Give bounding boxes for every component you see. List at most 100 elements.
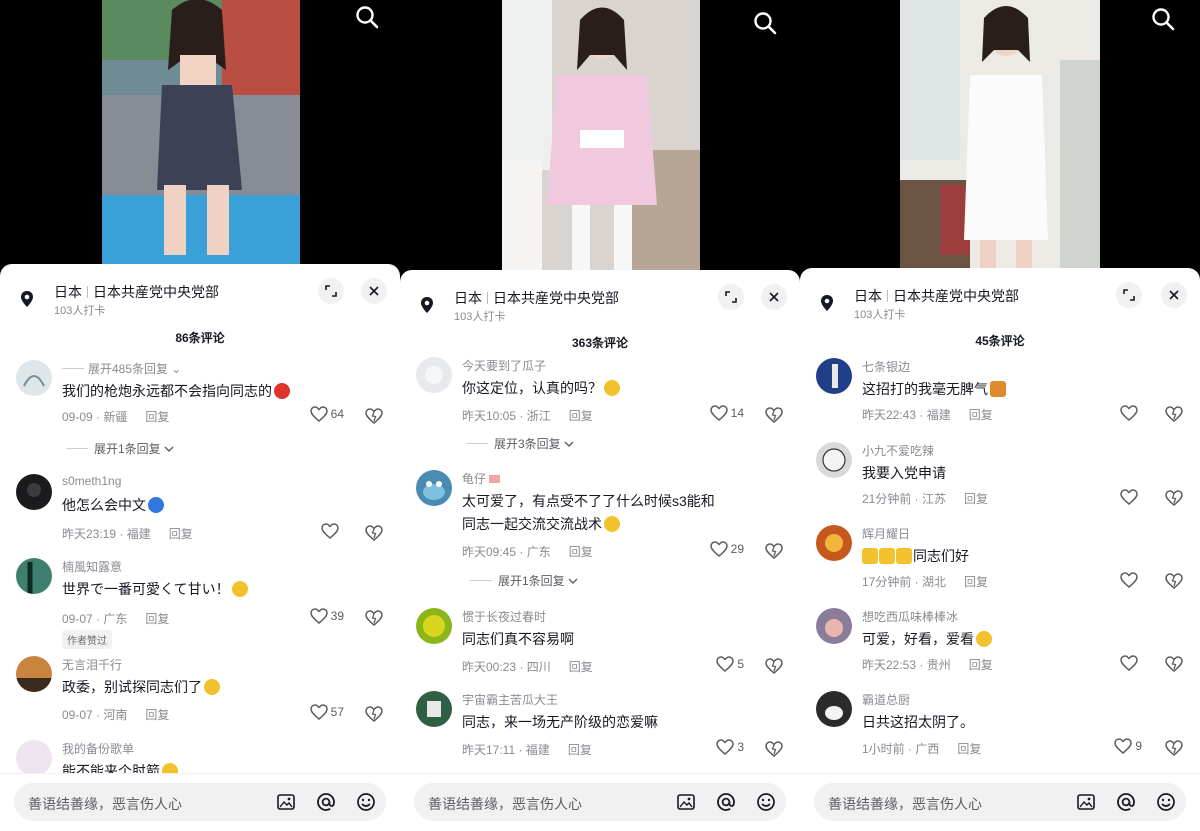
avatar[interactable] [816,442,852,478]
image-icon[interactable] [276,792,296,812]
expand-replies[interactable]: 展开1条回复 [470,572,578,589]
like-button[interactable]: 29 [709,541,744,557]
avatar[interactable] [816,358,852,394]
mention-icon[interactable] [1116,792,1136,812]
dislike-icon[interactable] [765,657,783,675]
emoji-icon[interactable] [356,792,376,812]
close-button[interactable] [361,278,387,304]
username[interactable]: 宇宙霸主苦瓜大王 [462,691,558,708]
dislike-icon[interactable] [765,740,783,758]
avatar[interactable] [816,608,852,644]
reply-button[interactable]: 回复 [964,492,988,506]
reply-button[interactable]: 回复 [957,742,981,756]
video-frame[interactable] [102,0,300,270]
like-button[interactable] [1120,655,1141,671]
expand-replies[interactable]: 展开1条回复 [66,440,174,457]
search-button[interactable] [752,10,780,38]
comment-input[interactable]: 善语结善缘，恶言伤人心 [14,783,386,821]
like-button[interactable]: 9 [1114,738,1142,754]
heart-icon [309,704,328,720]
search-button[interactable] [1150,6,1178,34]
heart-icon [309,608,328,624]
emoji-icon[interactable] [1156,792,1176,812]
dislike-icon[interactable] [365,407,383,425]
avatar[interactable] [16,558,52,594]
comment-input[interactable]: 善语结善缘，恶言伤人心 [814,783,1186,821]
username[interactable]: 惯于长夜过春时 [462,608,546,625]
dislike-icon[interactable] [365,609,383,627]
reply-button[interactable]: 回复 [969,658,993,672]
username[interactable]: 楠風知露意 [62,558,122,575]
dislike-icon[interactable] [1165,572,1183,590]
search-button[interactable] [354,4,382,32]
like-button[interactable]: 3 [716,739,744,755]
like-button[interactable]: 14 [709,405,744,421]
mention-icon[interactable] [716,792,736,812]
like-button[interactable]: 57 [309,704,344,720]
video-frame[interactable] [900,0,1100,270]
reply-button[interactable]: 回复 [569,409,593,423]
avatar[interactable] [16,740,52,776]
reply-button[interactable]: 回复 [568,743,592,757]
like-count: 57 [330,705,344,719]
avatar[interactable] [816,691,852,727]
close-button[interactable] [1161,282,1187,308]
dislike-icon[interactable] [1165,489,1183,507]
reply-button[interactable]: 回复 [145,410,169,424]
username[interactable]: 辉月耀日 [862,525,910,542]
avatar[interactable] [16,360,52,396]
reply-button[interactable]: 回复 [145,708,169,722]
heart-icon [309,406,328,422]
expand-button[interactable] [1116,282,1142,308]
reply-button[interactable]: 回复 [964,575,988,589]
reply-button[interactable]: 回复 [145,612,169,626]
dislike-icon[interactable] [365,705,383,723]
username[interactable]: 展开485条回复 ⌄ [62,360,181,377]
dislike-icon[interactable] [1165,655,1183,673]
username[interactable]: 我的备份歌单 [62,740,134,757]
dislike-icon[interactable] [1165,739,1183,757]
reply-button[interactable]: 回复 [569,545,593,559]
video-frame[interactable] [502,0,700,270]
avatar[interactable] [416,357,452,393]
username[interactable]: 无言泪千行 [62,656,122,673]
username[interactable]: 龟仔 [462,470,501,487]
username[interactable]: s0meth1ng [62,474,121,488]
dislike-icon[interactable] [765,542,783,560]
avatar[interactable] [16,656,52,692]
expand-icon [325,285,337,297]
dislike-icon[interactable] [765,406,783,424]
dislike-icon[interactable] [365,524,383,542]
avatar[interactable] [816,525,852,561]
username[interactable]: 七条银边 [862,358,910,375]
expand-replies[interactable]: 展开3条回复 [466,435,574,452]
expand-button[interactable] [318,278,344,304]
avatar[interactable] [416,608,452,644]
reply-button[interactable]: 回复 [169,527,193,541]
like-button[interactable] [1120,489,1141,505]
username[interactable]: 今天要到了瓜子 [462,357,546,374]
dislike-icon[interactable] [1165,405,1183,423]
image-icon[interactable] [676,792,696,812]
username[interactable]: 霸道总厨 [862,691,910,708]
expand-button[interactable] [718,284,744,310]
emoji-icon[interactable] [756,792,776,812]
like-button[interactable]: 64 [309,406,344,422]
close-button[interactable] [761,284,787,310]
like-button[interactable] [1120,405,1141,421]
like-button[interactable]: 5 [716,656,744,672]
username[interactable]: 小九不爱吃辣 [862,442,934,459]
like-button[interactable] [321,523,342,539]
image-icon[interactable] [1076,792,1096,812]
avatar[interactable] [16,474,52,510]
reply-button[interactable]: 回复 [969,408,993,422]
mention-icon[interactable] [316,792,336,812]
reply-button[interactable]: 回复 [569,660,593,674]
avatar[interactable] [416,470,452,506]
username[interactable]: 想吃西瓜味棒棒冰 [862,608,958,625]
like-button[interactable]: 39 [309,608,344,624]
avatar[interactable] [416,691,452,727]
like-button[interactable] [1120,572,1141,588]
comment-count: 363条评论 [571,336,629,350]
comment-input[interactable]: 善语结善缘，恶言伤人心 [414,783,786,821]
